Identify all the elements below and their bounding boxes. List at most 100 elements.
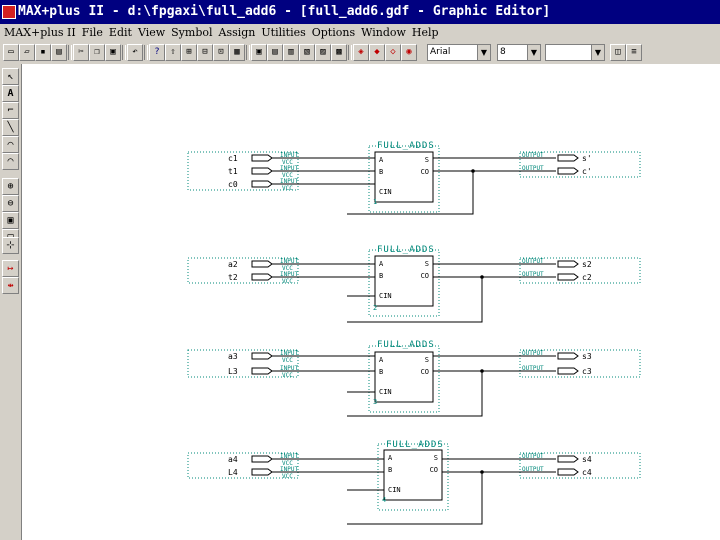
save-check-icon[interactable]: ▥ bbox=[283, 44, 299, 61]
rubberbanding-on-icon[interactable]: ↦ bbox=[2, 260, 19, 277]
input-pin-symbol bbox=[251, 273, 273, 281]
input-pin-name: c0 bbox=[228, 180, 238, 189]
main-toolbar: ▭ ▱ ▪ ▤ ✂ ❐ ▣ ↶ ? ⇧ ⊞ ⊟ ⊡ ▦ ▣ ▤ ▥ ▧ ▨ ▩ … bbox=[0, 42, 720, 65]
new-file-icon[interactable]: ▭ bbox=[3, 44, 19, 61]
circle-tool-icon[interactable]: ◠ bbox=[2, 153, 19, 170]
menu-options[interactable]: Options bbox=[309, 24, 358, 42]
toolbar-separator bbox=[68, 45, 72, 60]
project-save-icon[interactable]: ▤ bbox=[267, 44, 283, 61]
output-tag: OUTPUT bbox=[522, 350, 544, 357]
output-tag: OUTPUT bbox=[522, 258, 544, 265]
instance-number: 3 bbox=[373, 398, 377, 406]
hierarchy-icon[interactable]: ⊟ bbox=[197, 44, 213, 61]
print-icon[interactable]: ▤ bbox=[51, 44, 67, 61]
port-label: B bbox=[379, 168, 383, 176]
font-size-select[interactable]: 8 ▼ bbox=[497, 44, 541, 61]
port-label: S bbox=[425, 156, 429, 164]
title-bar: MAX+plus II - d:\fpgaxi\full_add6 - [ful… bbox=[0, 0, 720, 24]
orthogonal-line-icon[interactable]: ⌐ bbox=[2, 102, 19, 119]
port-label: CO bbox=[421, 368, 429, 376]
output-tag: OUTPUT bbox=[522, 152, 544, 159]
port-label: S bbox=[425, 356, 429, 364]
line-style-icon[interactable]: ≡ bbox=[626, 44, 642, 61]
input-pin-name: a2 bbox=[228, 260, 238, 269]
port-label: B bbox=[379, 272, 383, 280]
font-name-select[interactable]: Arial ▼ bbox=[427, 44, 491, 61]
output-pin-name: c3 bbox=[582, 367, 592, 376]
floorplan-icon[interactable]: ⊡ bbox=[213, 44, 229, 61]
output-tag: OUTPUT bbox=[522, 271, 544, 278]
assign-icon[interactable]: ▦ bbox=[229, 44, 245, 61]
timing-analyzer-icon[interactable]: ◇ bbox=[385, 44, 401, 61]
instance-number: 4 bbox=[382, 496, 386, 504]
output-tag: OUTPUT bbox=[522, 466, 544, 473]
port-label: CIN bbox=[379, 188, 392, 196]
save-simulate-icon[interactable]: ▨ bbox=[315, 44, 331, 61]
chevron-down-icon[interactable]: ▼ bbox=[591, 45, 604, 60]
app-icon[interactable] bbox=[2, 5, 16, 19]
rubberband-icon[interactable]: ⊹ bbox=[2, 237, 19, 254]
schematic-canvas[interactable]: FULL_ADDS A B CIN S CO 1 c1 INPUT VCC t1 INPUT VCC c0… bbox=[22, 64, 720, 540]
arc-tool-icon[interactable]: ⌒ bbox=[2, 136, 19, 153]
output-pin-symbol bbox=[557, 468, 579, 476]
output-tag: OUTPUT bbox=[522, 165, 544, 172]
compiler-icon[interactable]: ◈ bbox=[353, 44, 369, 61]
menu-view[interactable]: View bbox=[135, 24, 168, 42]
input-pin-symbol bbox=[251, 455, 273, 463]
undo-icon[interactable]: ↶ bbox=[127, 44, 143, 61]
open-folder-icon[interactable]: ▱ bbox=[19, 44, 35, 61]
symbol-name: FULL_ADDS bbox=[386, 440, 444, 450]
output-tag: OUTPUT bbox=[522, 365, 544, 372]
style-select[interactable]: ▼ bbox=[545, 44, 605, 61]
toolbar-separator bbox=[246, 45, 250, 60]
menu-help[interactable]: Help bbox=[409, 24, 442, 42]
output-pin-symbol bbox=[557, 455, 579, 463]
chevron-down-icon[interactable]: ▼ bbox=[477, 45, 490, 60]
project-set-icon[interactable]: ▣ bbox=[251, 44, 267, 61]
window-title: MAX+plus II - d:\fpgaxi\full_add6 - [ful… bbox=[18, 4, 551, 19]
menu-assign[interactable]: Assign bbox=[216, 24, 259, 42]
chevron-down-icon[interactable]: ▼ bbox=[527, 45, 540, 60]
simulator-icon[interactable]: ◆ bbox=[369, 44, 385, 61]
menu-utilities[interactable]: Utilities bbox=[258, 24, 308, 42]
schematic-drawing: FULL_ADDSABCINSCO1c1 INPUTVCCt1 INPUTVCCc0… bbox=[187, 141, 641, 525]
menu-maxplus[interactable]: MAX+plus II bbox=[0, 24, 79, 42]
port-label: S bbox=[434, 454, 438, 462]
help-icon[interactable]: ? bbox=[149, 44, 165, 61]
rubberbanding-off-icon[interactable]: ⇹ bbox=[2, 277, 19, 294]
zoom-out-icon[interactable]: ⊖ bbox=[2, 195, 19, 212]
save-compile-icon[interactable]: ▧ bbox=[299, 44, 315, 61]
text-tool-icon[interactable]: A bbox=[2, 85, 19, 102]
vcc-tag: VCC bbox=[282, 278, 293, 285]
port-label: CIN bbox=[379, 292, 392, 300]
menu-edit[interactable]: Edit bbox=[106, 24, 135, 42]
zoom-in-icon[interactable]: ⊕ bbox=[2, 178, 19, 195]
selector-arrow-icon[interactable]: ↖ bbox=[2, 68, 19, 85]
output-pin-name: s3 bbox=[582, 352, 592, 361]
menu-window[interactable]: Window bbox=[358, 24, 409, 42]
input-pin-name: L3 bbox=[228, 367, 238, 376]
output-pin-symbol bbox=[557, 154, 579, 162]
input-pin-symbol bbox=[251, 352, 273, 360]
cut-icon[interactable]: ✂ bbox=[73, 44, 89, 61]
paste-icon[interactable]: ▣ bbox=[105, 44, 121, 61]
copy-icon[interactable]: ❐ bbox=[89, 44, 105, 61]
symbol-name: FULL_ADDS bbox=[377, 245, 435, 255]
hierarchy-up-icon[interactable]: ⇧ bbox=[165, 44, 181, 61]
symbol-properties-icon[interactable]: ◫ bbox=[610, 44, 626, 61]
port-label: B bbox=[379, 368, 383, 376]
menu-symbol[interactable]: Symbol bbox=[168, 24, 215, 42]
port-label: CIN bbox=[379, 388, 392, 396]
symbol-name: FULL_ADDS bbox=[377, 141, 435, 151]
open-hierarchy-icon[interactable]: ⊞ bbox=[181, 44, 197, 61]
timing-icon[interactable]: ▩ bbox=[331, 44, 347, 61]
output-pin-name: c' bbox=[582, 167, 592, 176]
diagonal-line-icon[interactable]: ╲ bbox=[2, 119, 19, 136]
output-pin-name: s2 bbox=[582, 260, 592, 269]
fit-window-icon[interactable]: ▣ bbox=[2, 212, 19, 229]
output-pin-name: s4 bbox=[582, 455, 592, 464]
menu-file[interactable]: File bbox=[79, 24, 106, 42]
input-pin-symbol bbox=[251, 167, 273, 175]
programmer-icon[interactable]: ◉ bbox=[401, 44, 417, 61]
save-icon[interactable]: ▪ bbox=[35, 44, 51, 61]
